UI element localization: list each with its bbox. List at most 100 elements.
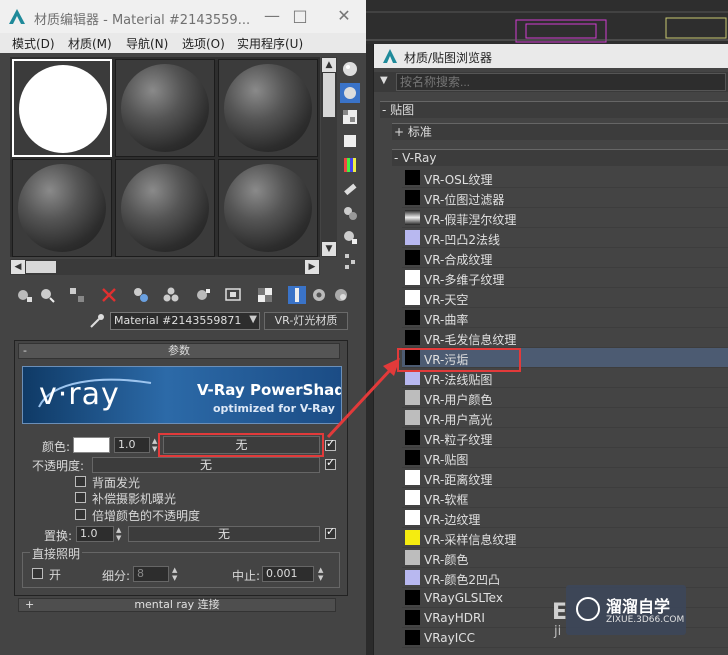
menu-material[interactable]: 材质(M) — [68, 35, 112, 52]
sample-slot-1[interactable] — [12, 59, 112, 157]
uv-tiling-icon[interactable] — [340, 131, 360, 151]
show-end-result-icon[interactable] — [256, 286, 274, 304]
backside-emit-checkbox[interactable] — [75, 476, 86, 487]
color-multiplier-field[interactable]: 1.0 — [114, 437, 150, 453]
subdivs-label: 细分: — [102, 569, 131, 583]
scroll-right-arrow-icon[interactable]: ▶ — [305, 260, 319, 274]
video-color-check-icon[interactable] — [340, 155, 360, 175]
scroll-thumb[interactable] — [26, 261, 56, 273]
section-standard[interactable]: + 标准 — [392, 123, 728, 140]
map-list-item[interactable]: VR-边纹理 — [402, 508, 728, 528]
material-editor-titlebar[interactable]: 材质编辑器 - Material #2143559... — □ ✕ — [0, 0, 366, 33]
opacity-map-button[interactable]: 无 — [92, 457, 320, 473]
material-name-field[interactable]: Material #2143559871 ▼ — [110, 312, 260, 330]
sample-type-icon[interactable] — [340, 59, 360, 79]
reset-map-icon[interactable] — [100, 286, 118, 304]
menu-utilities[interactable]: 实用程序(U) — [237, 35, 303, 52]
options-icon[interactable] — [340, 203, 360, 223]
material-type-button[interactable]: VR-灯光材质 — [264, 312, 348, 330]
map-list-item[interactable]: VR-用户颜色 — [402, 388, 728, 408]
menu-mode[interactable]: 模式(D) — [12, 35, 55, 52]
subdivs-field[interactable]: 8 — [133, 566, 169, 582]
material-id-channel-icon[interactable] — [194, 286, 212, 304]
map-list-item[interactable]: VR-OSL纹理 — [402, 168, 728, 188]
material-map-navigator-icon[interactable] — [332, 286, 350, 304]
map-list-item[interactable]: VR-位图过滤器 — [402, 188, 728, 208]
material-navigator-icon[interactable] — [340, 251, 360, 271]
menu-navigation[interactable]: 导航(N) — [126, 35, 168, 52]
map-name: VRayICC — [424, 631, 476, 645]
close-button[interactable]: ✕ — [330, 5, 358, 27]
map-swatch — [405, 450, 420, 465]
sample-slot-6[interactable] — [218, 159, 318, 257]
map-list-item[interactable]: VR-颜色 — [402, 548, 728, 568]
background-icon[interactable] — [340, 107, 360, 127]
displace-map-checkbox[interactable] — [325, 525, 336, 539]
sample-slot-5[interactable] — [115, 159, 215, 257]
sample-slot-4[interactable] — [12, 159, 112, 257]
multiply-opacity-checkbox[interactable] — [75, 509, 86, 520]
map-swatch — [405, 210, 420, 225]
map-list-item[interactable]: VR-多维子纹理 — [402, 268, 728, 288]
mental-ray-connection-rollout[interactable]: + mental ray 连接 — [18, 598, 336, 612]
map-name: VRayHDRI — [424, 611, 485, 625]
make-unique-icon[interactable] — [132, 286, 150, 304]
scroll-left-arrow-icon[interactable]: ◀ — [11, 260, 25, 274]
browser-options-arrow-icon[interactable]: ▼ — [380, 75, 388, 86]
sample-slot-3[interactable] — [218, 59, 318, 157]
assign-material-icon[interactable] — [68, 286, 86, 304]
scroll-up-arrow-icon[interactable]: ▲ — [322, 58, 336, 72]
show-shaded-material-icon[interactable] — [224, 286, 242, 304]
map-list-item[interactable]: VR-粒子纹理 — [402, 428, 728, 448]
parameters-rollout-header[interactable]: - 参数 — [18, 343, 340, 359]
slots-vertical-scrollbar[interactable]: ▲ ▼ — [321, 57, 337, 257]
scroll-down-arrow-icon[interactable]: ▼ — [322, 242, 336, 256]
spinner-arrows-icon[interactable]: ▲ ▼ — [318, 566, 326, 582]
backlight-icon[interactable] — [340, 83, 360, 103]
opacity-map-checkbox[interactable] — [325, 456, 336, 470]
compensate-exposure-checkbox[interactable] — [75, 492, 86, 503]
maximize-button[interactable]: □ — [286, 5, 314, 27]
search-by-name-input[interactable] — [396, 73, 726, 91]
slots-horizontal-scrollbar[interactable]: ◀ ▶ — [10, 259, 320, 275]
chevron-down-icon[interactable]: ▼ — [249, 314, 257, 325]
put-to-library-icon[interactable] — [162, 286, 180, 304]
sample-slot-2[interactable] — [115, 59, 215, 157]
map-list-item[interactable]: VR-用户高光 — [402, 408, 728, 428]
menu-options[interactable]: 选项(O) — [182, 35, 225, 52]
map-list-item[interactable]: VR-软框 — [402, 488, 728, 508]
map-list-item[interactable]: VR-采样信息纹理 — [402, 528, 728, 548]
map-list-item[interactable]: VR-贴图 — [402, 448, 728, 468]
section-maps[interactable]: - 贴图 — [380, 101, 728, 118]
sample-sphere — [121, 164, 209, 252]
scroll-thumb[interactable] — [323, 73, 335, 117]
go-forward-to-sibling-icon[interactable] — [310, 286, 328, 304]
collapse-minus-icon: - — [23, 344, 27, 357]
map-name: VRayGLSLTex — [424, 591, 503, 605]
pick-material-eyedropper-icon[interactable] — [88, 312, 106, 330]
go-to-parent-icon[interactable] — [288, 286, 306, 304]
color-map-checkbox[interactable] — [325, 437, 336, 451]
put-material-to-scene-icon[interactable] — [38, 286, 56, 304]
map-list-item[interactable]: VR-距离纹理 — [402, 468, 728, 488]
direct-on-checkbox[interactable] — [32, 568, 43, 579]
get-material-icon[interactable] — [16, 286, 34, 304]
map-list-item[interactable]: VR-曲率 — [402, 308, 728, 328]
map-list-item[interactable]: VR-毛发信息纹理 — [402, 328, 728, 348]
section-vray[interactable]: - V-Ray — [392, 149, 728, 166]
cutoff-field[interactable]: 0.001 — [262, 566, 314, 582]
map-list-item[interactable]: VR-假菲涅尔纹理 — [402, 208, 728, 228]
map-list-item[interactable]: VR-天空 — [402, 288, 728, 308]
map-list-item[interactable]: VR-凹凸2法线 — [402, 228, 728, 248]
spinner-arrows-icon[interactable]: ▲ ▼ — [172, 566, 180, 582]
banner-title: V-Ray PowerShader — [197, 381, 341, 399]
make-preview-icon[interactable] — [340, 179, 360, 199]
displace-map-button[interactable]: 无 — [128, 526, 320, 542]
select-by-material-icon[interactable] — [340, 227, 360, 247]
map-list-item[interactable]: VR-合成纹理 — [402, 248, 728, 268]
color-swatch[interactable] — [73, 437, 110, 453]
browser-titlebar[interactable]: 材质/贴图浏览器 — [374, 44, 728, 68]
displace-amount-field[interactable]: 1.0 — [76, 526, 114, 542]
spinner-arrows-icon[interactable]: ▲ ▼ — [116, 526, 124, 542]
minimize-button[interactable]: — — [258, 5, 286, 27]
